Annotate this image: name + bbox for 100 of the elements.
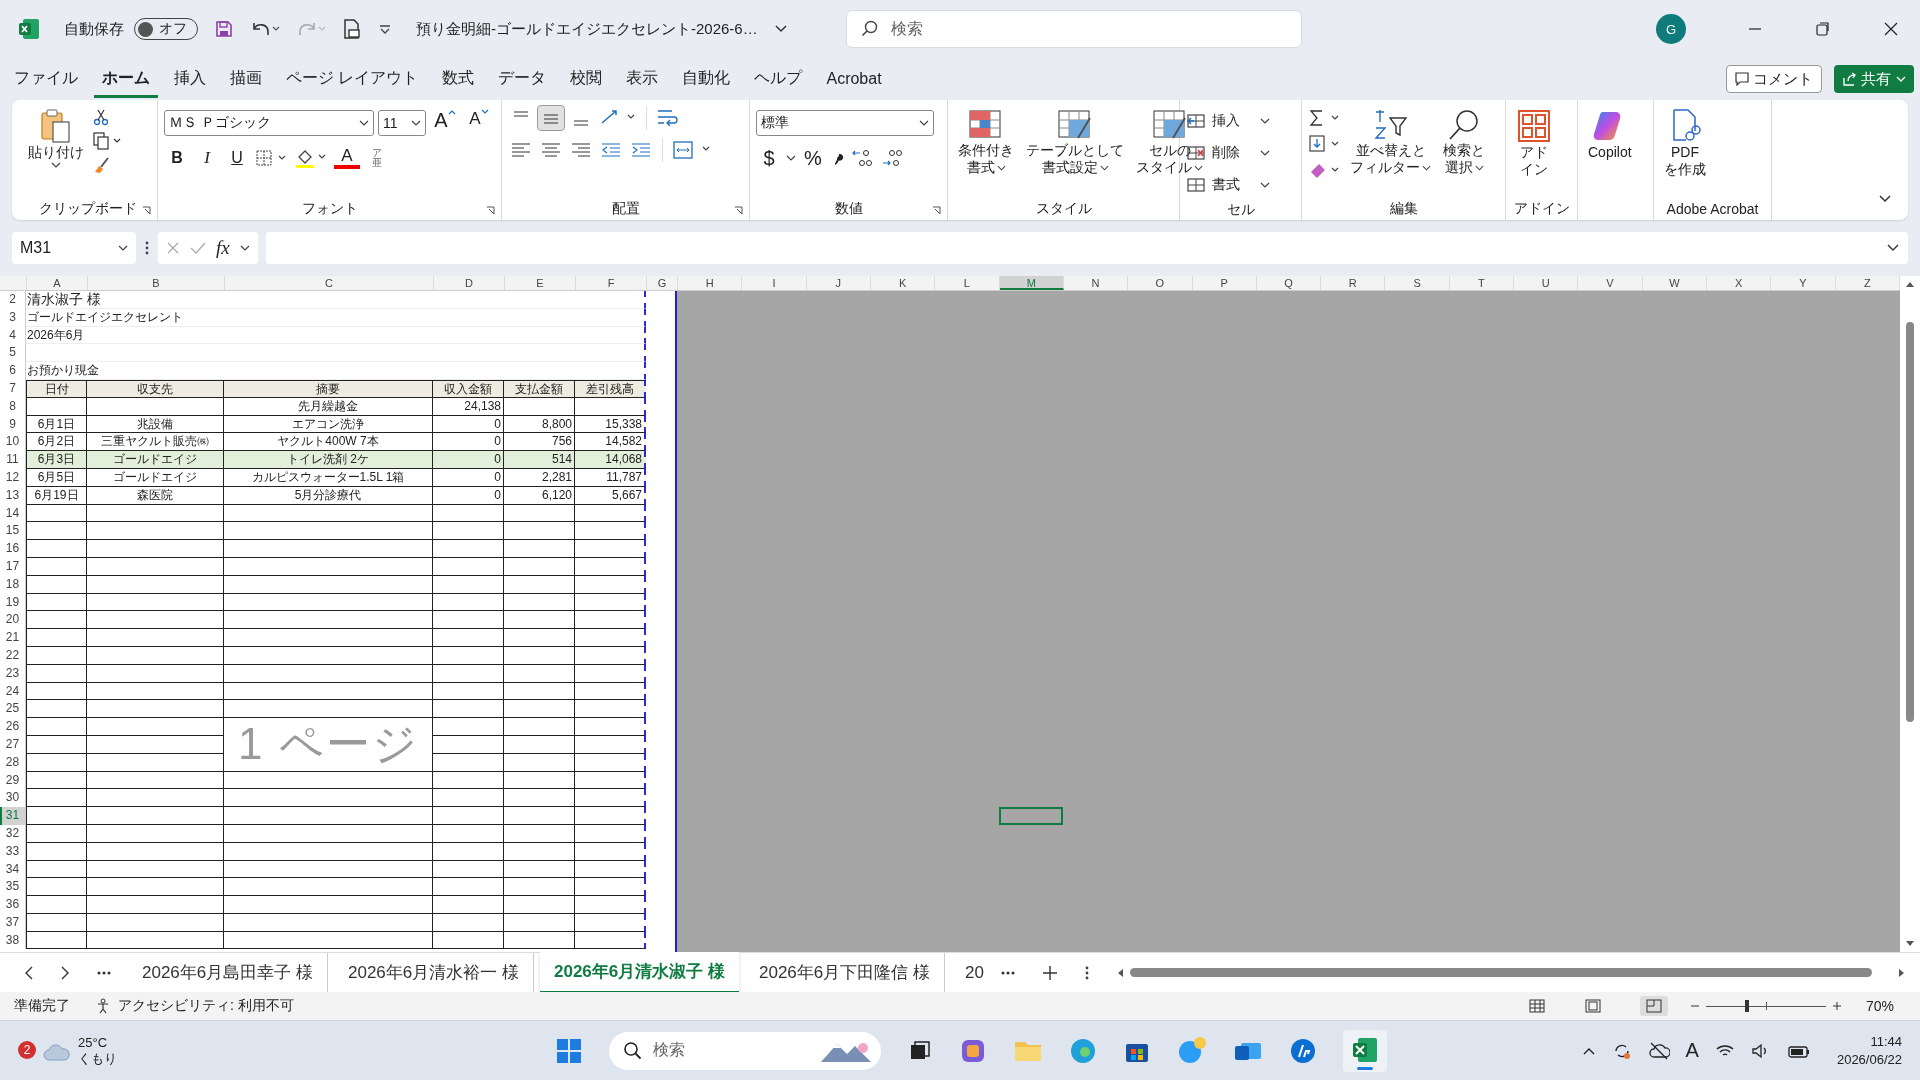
sheet-tab[interactable]: 20	[951, 954, 984, 991]
caret-icon[interactable]	[51, 161, 61, 169]
column-header[interactable]: Q	[1256, 276, 1322, 290]
caret-icon[interactable]	[1099, 163, 1109, 172]
column-header[interactable]: B	[88, 276, 225, 290]
menu-tab[interactable]: 数式	[434, 60, 483, 98]
caret-icon[interactable]	[996, 163, 1006, 172]
column-header[interactable]: E	[505, 276, 576, 290]
dialog-launcher-icon[interactable]	[142, 206, 151, 215]
caret-icon[interactable]	[786, 154, 796, 162]
menu-tab[interactable]: ファイル	[6, 60, 86, 98]
scroll-down-icon[interactable]	[1905, 940, 1915, 948]
column-header[interactable]: T	[1449, 276, 1515, 290]
caret-icon[interactable]	[359, 119, 369, 127]
zoom-in-icon[interactable]	[1832, 1001, 1842, 1011]
wrap-text-icon[interactable]	[655, 107, 679, 129]
styles-button[interactable]: テーブルとして 書式設定	[1022, 106, 1128, 178]
column-header[interactable]: D	[434, 276, 505, 290]
zoom-level[interactable]: 70%	[1866, 998, 1906, 1014]
vertical-align-icon[interactable]	[538, 106, 564, 130]
menu-tab[interactable]: 校閲	[562, 60, 611, 98]
avatar[interactable]: G	[1656, 14, 1686, 44]
create-pdf-button[interactable]: PDF を作成	[1660, 106, 1710, 180]
italic-button[interactable]: I	[194, 144, 220, 172]
add-sheet-icon[interactable]	[1041, 964, 1058, 981]
menu-tab[interactable]: 描画	[222, 60, 270, 98]
caret-icon[interactable]	[1194, 163, 1203, 172]
column-header[interactable]: F	[576, 276, 647, 290]
add-ins-button[interactable]: アド イン	[1512, 106, 1556, 180]
more-icon[interactable]	[144, 240, 150, 256]
column-header[interactable]: C	[225, 276, 434, 290]
caret-icon[interactable]	[411, 119, 421, 127]
font-name-dropdown[interactable]: ＭＳ Ｐゴシック	[164, 110, 374, 136]
column-header[interactable]: K	[870, 276, 936, 290]
font-size-dropdown[interactable]: 11	[378, 110, 426, 136]
column-header[interactable]: G	[647, 276, 678, 290]
column-header[interactable]: S	[1385, 276, 1450, 290]
clock-time[interactable]: 11:44	[1870, 1032, 1902, 1051]
dialog-launcher-icon[interactable]	[932, 206, 941, 215]
input-method-indicator[interactable]: A	[1685, 1039, 1699, 1062]
sort-filter-button[interactable]: 並べ替えと フィルター	[1346, 106, 1435, 178]
dialog-launcher-icon[interactable]	[734, 206, 743, 215]
caret-icon[interactable]	[1422, 163, 1431, 172]
menu-tab[interactable]: データ	[490, 60, 555, 98]
column-header[interactable]: O	[1128, 276, 1193, 290]
paste-button[interactable]: 貼り付け	[24, 106, 88, 171]
caret-icon[interactable]	[1260, 117, 1270, 125]
dialog-launcher-icon[interactable]	[486, 206, 495, 215]
more-icon[interactable]	[1083, 964, 1090, 981]
close-icon[interactable]	[1884, 22, 1898, 36]
column-header[interactable]: P	[1192, 276, 1257, 290]
grow-font-button[interactable]: A	[430, 107, 460, 135]
normal-view-icon[interactable]	[1528, 998, 1546, 1014]
column-header[interactable]: L	[935, 276, 1000, 290]
styles-button[interactable]: 条件付き 書式	[954, 106, 1018, 178]
column-header[interactable]: M	[999, 276, 1064, 290]
currency-button[interactable]: $	[756, 144, 782, 172]
phonetic-guide-button[interactable]: ア 亜	[364, 144, 390, 172]
caret-icon[interactable]	[919, 119, 929, 127]
shrink-font-button[interactable]: A	[464, 107, 494, 135]
column-header[interactable]: J	[806, 276, 871, 290]
font-color-button[interactable]: A	[334, 147, 360, 169]
menu-tab[interactable]: ページ レイアウト	[278, 60, 427, 98]
caret-icon[interactable]	[1260, 149, 1270, 157]
column-header[interactable]: A	[27, 276, 88, 290]
share-button[interactable]: 共有	[1834, 65, 1914, 93]
menu-tab[interactable]: 挿入	[166, 60, 214, 98]
more-sheets-icon[interactable]	[96, 969, 112, 976]
name-box[interactable]: M31	[12, 232, 136, 264]
caret-icon[interactable]	[1474, 163, 1484, 172]
insert-function-button[interactable]: fx	[216, 237, 230, 259]
page-layout-icon[interactable]	[1584, 998, 1602, 1014]
caret-icon[interactable]	[239, 244, 250, 252]
restore-icon[interactable]	[1816, 22, 1830, 36]
scroll-up-icon[interactable]	[1905, 280, 1915, 288]
column-header[interactable]: R	[1321, 276, 1386, 290]
column-header[interactable]: V	[1578, 276, 1643, 290]
collapse-ribbon-icon[interactable]	[1878, 194, 1892, 204]
scrollbar-thumb[interactable]	[1129, 968, 1872, 977]
column-header[interactable]: I	[742, 276, 807, 290]
column-header[interactable]: Y	[1771, 276, 1836, 290]
underline-button[interactable]: U	[224, 144, 250, 172]
scrollbar-thumb[interactable]	[1906, 322, 1914, 722]
column-header[interactable]: Z	[1835, 276, 1900, 290]
caret-icon[interactable]	[118, 244, 128, 252]
customize-caret-icon[interactable]	[378, 24, 392, 34]
comment-button[interactable]: コメント	[1726, 65, 1822, 93]
windows-start-icon[interactable]	[555, 1036, 583, 1065]
previous-sheet-icon[interactable]	[24, 965, 34, 980]
copy-icon[interactable]	[92, 132, 122, 150]
percent-button[interactable]: %	[800, 144, 826, 172]
column-header[interactable]: H	[678, 276, 743, 290]
menu-tab[interactable]: 表示	[618, 60, 667, 98]
clock-date[interactable]: 2026/06/22	[1836, 1050, 1902, 1069]
document-title[interactable]: 預り金明細-ゴールドエイジエクセレント-2026-6…	[416, 19, 758, 39]
column-header[interactable]: N	[1063, 276, 1129, 290]
find-select-button[interactable]: 検索と 選択	[1439, 106, 1489, 178]
bold-button[interactable]: B	[164, 144, 190, 172]
menu-tab[interactable]: ヘルプ	[746, 60, 811, 98]
cloud-off-icon[interactable]	[1647, 1040, 1670, 1061]
